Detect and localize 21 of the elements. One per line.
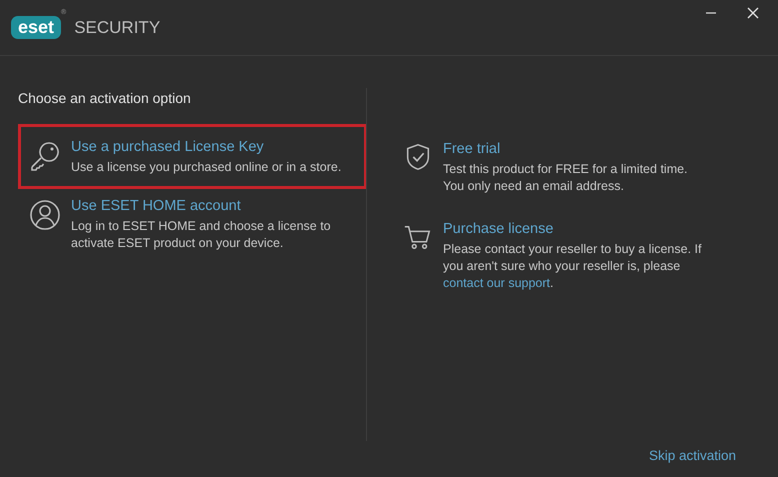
option-title: Use a purchased License Key <box>71 139 265 155</box>
activation-option[interactable]: Free trial Test this product for FREE for a limited time. You only need an email address. <box>403 141 758 195</box>
user-icon <box>29 199 61 231</box>
activation-option[interactable]: Use a purchased License Key Use a license you purchased online or in a store. <box>18 124 367 189</box>
activation-option[interactable]: Purchase license Please contact your reseller to buy a license. If you aren't sure who your reseller is, please contact our support. <box>403 221 758 292</box>
option-description: Use a license you purchased online or in a store. <box>71 159 342 176</box>
option-title: Purchase license <box>443 221 554 237</box>
option-title: Free trial <box>443 141 502 157</box>
minimize-icon <box>706 12 716 14</box>
app-title: SECURITY <box>74 18 160 38</box>
key-icon <box>29 140 61 172</box>
support-link[interactable]: contact our support <box>443 276 550 290</box>
option-description: Test this product for FREE for a limited time. You only need an email address. <box>443 161 689 195</box>
option-title: Use ESET HOME account <box>71 198 242 214</box>
eset-logo: eset <box>11 16 62 39</box>
section-heading: Choose an activation option <box>18 90 192 106</box>
option-description: Please contact your reseller to buy a license. If you aren't sure who your reseller is, please contact our support. <box>443 241 702 292</box>
close-icon <box>746 6 760 20</box>
activation-option[interactable]: Use ESET HOME account Log in to ESET HOME and choose a license to activate ESET product on your device. <box>18 189 367 265</box>
skip-activation-link[interactable]: Skip activation <box>648 448 736 463</box>
option-description: Log in to ESET HOME and choose a license to activate ESET product on your device. <box>71 218 332 252</box>
